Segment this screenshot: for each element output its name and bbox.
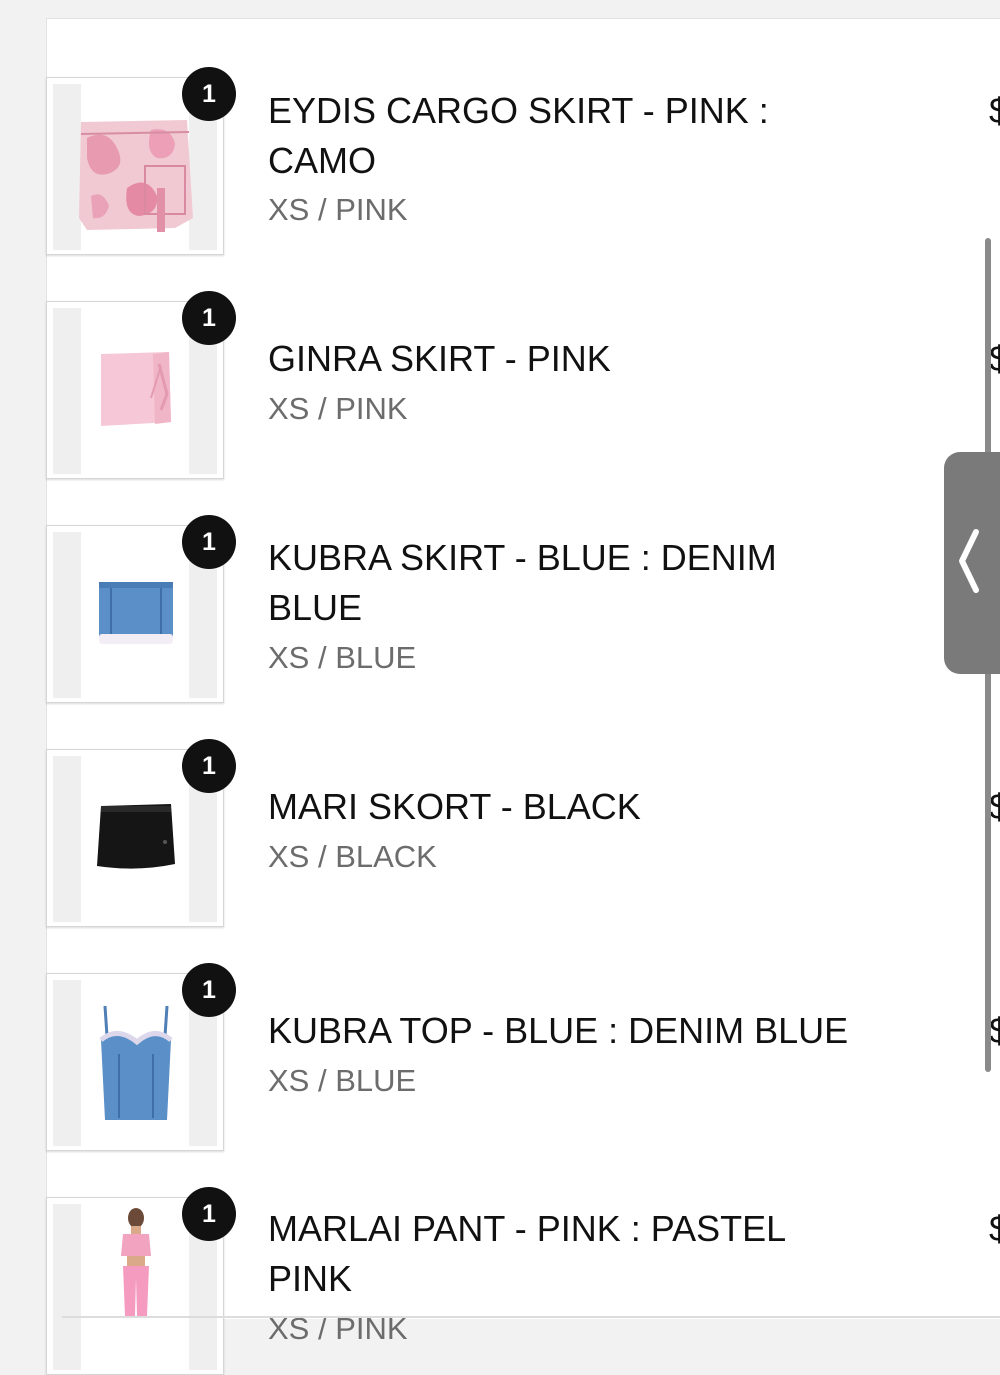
chevron-left-icon bbox=[956, 526, 982, 601]
product-variant: XS / PINK bbox=[268, 391, 408, 426]
product-name[interactable]: MARI SKORT - BLACK bbox=[268, 782, 918, 832]
product-variant: XS / BLUE bbox=[268, 1063, 417, 1098]
product-price: $ bbox=[989, 1208, 1000, 1249]
product-name[interactable]: EYDIS CARGO SKIRT - PINK : CAMO bbox=[268, 86, 918, 186]
product-name[interactable]: KUBRA SKIRT - BLUE : DENIM BLUE bbox=[268, 533, 918, 633]
quantity-badge: 1 bbox=[182, 963, 236, 1017]
quantity-badge: 1 bbox=[182, 515, 236, 569]
product-variant: XS / PINK bbox=[268, 1311, 408, 1346]
product-name[interactable]: KUBRA TOP - BLUE : DENIM BLUE bbox=[268, 1006, 918, 1056]
product-variant: XS / BLACK bbox=[268, 839, 437, 874]
product-variant: XS / PINK bbox=[268, 192, 408, 227]
quantity-badge: 1 bbox=[182, 67, 236, 121]
product-price: $ bbox=[989, 90, 1000, 131]
product-variant: XS / BLUE bbox=[268, 640, 417, 675]
quantity-badge: 1 bbox=[182, 291, 236, 345]
quantity-badge: 1 bbox=[182, 1187, 236, 1241]
quantity-badge: 1 bbox=[182, 739, 236, 793]
side-panel-tab[interactable] bbox=[944, 452, 1000, 674]
product-name[interactable]: MARLAI PANT - PINK : PASTEL PINK bbox=[268, 1204, 918, 1304]
divider bbox=[62, 1316, 1000, 1318]
product-name[interactable]: GINRA SKIRT - PINK bbox=[268, 334, 918, 384]
